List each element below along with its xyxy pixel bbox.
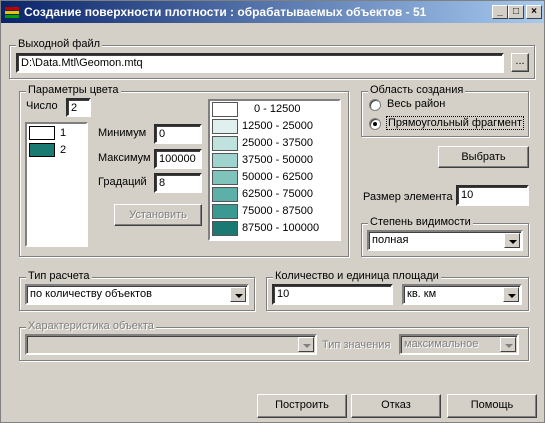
range-row: 62500 - 75000 bbox=[210, 186, 338, 203]
count-label: Число bbox=[26, 100, 58, 112]
range-row: 87500 - 100000 bbox=[210, 220, 338, 237]
apply-button-label: Установить bbox=[129, 209, 187, 221]
area-label: Область создания bbox=[368, 84, 466, 96]
app-icon bbox=[5, 7, 19, 18]
min-field[interactable]: 0 bbox=[154, 124, 202, 144]
radio-rect-fragment[interactable] bbox=[369, 118, 381, 130]
cancel-button[interactable]: Отказ bbox=[351, 394, 441, 418]
element-size-label: Размер элемента bbox=[363, 191, 453, 203]
area-unit-select[interactable]: кв. км bbox=[402, 284, 522, 305]
output-path-field[interactable]: D:\Data.Mtl\Geomon.mtq bbox=[16, 53, 504, 73]
range-swatch bbox=[212, 170, 238, 185]
area-unit-select-value: кв. км bbox=[407, 288, 437, 300]
value-type-select[interactable]: максимальное bbox=[399, 334, 519, 355]
apply-button[interactable]: Установить bbox=[114, 204, 202, 226]
range-swatch bbox=[212, 221, 238, 236]
radio-whole-region-label[interactable]: Весь район bbox=[387, 98, 445, 110]
range-text: 12500 - 25000 bbox=[242, 120, 313, 132]
browse-button-label: ... bbox=[515, 55, 525, 67]
value-type-label: Тип значения bbox=[322, 339, 391, 351]
visibility-select-value: полная bbox=[372, 234, 409, 246]
select-area-button-label: Выбрать bbox=[461, 151, 506, 163]
range-row: 12500 - 25000 bbox=[210, 118, 338, 135]
calc-type-select[interactable]: по количеству объектов bbox=[25, 284, 249, 305]
radio-whole-region[interactable] bbox=[369, 99, 381, 111]
color-index-2: 2 bbox=[60, 144, 67, 156]
color-index-1: 1 bbox=[60, 127, 67, 139]
gradations-field[interactable]: 8 bbox=[154, 173, 202, 193]
radio-rect-fragment-label[interactable]: Прямоугольный фрагмент bbox=[386, 116, 524, 130]
cancel-button-label: Отказ bbox=[381, 399, 411, 411]
range-row: 0 - 12500 bbox=[210, 101, 338, 118]
color-swatch-1[interactable] bbox=[29, 126, 55, 140]
help-button[interactable]: Помощь bbox=[447, 394, 537, 418]
chevron-down-icon[interactable] bbox=[500, 337, 516, 352]
area-unit-label: Количество и единица площади bbox=[273, 270, 441, 282]
help-button-label: Помощь bbox=[470, 399, 514, 411]
chevron-down-icon[interactable] bbox=[298, 337, 314, 352]
maximize-icon: □ bbox=[512, 6, 520, 17]
output-file-label: Выходной файл bbox=[16, 38, 103, 50]
minimize-button[interactable]: _ bbox=[492, 5, 508, 19]
element-size-field[interactable]: 10 bbox=[456, 185, 529, 206]
calc-type-select-value: по количеству объектов bbox=[30, 288, 152, 300]
range-row: 50000 - 62500 bbox=[210, 169, 338, 186]
range-row: 25000 - 37500 bbox=[210, 135, 338, 152]
range-text: 50000 - 62500 bbox=[242, 171, 313, 183]
max-field[interactable]: 100000 bbox=[154, 149, 202, 169]
build-button[interactable]: Построить bbox=[257, 394, 347, 418]
range-swatch bbox=[212, 102, 238, 117]
gradations-label: Градаций bbox=[98, 176, 147, 188]
chevron-down-icon[interactable] bbox=[504, 233, 520, 248]
visibility-label: Степень видимости bbox=[368, 216, 473, 228]
range-row: 37500 - 50000 bbox=[210, 152, 338, 169]
range-text: 87500 - 100000 bbox=[242, 222, 320, 234]
window-title: Создание поверхности плотности : обрабат… bbox=[24, 5, 427, 19]
range-text: 0 - 12500 bbox=[254, 103, 301, 115]
chevron-down-icon[interactable] bbox=[230, 287, 246, 302]
range-text: 25000 - 37500 bbox=[242, 137, 313, 149]
chevron-down-icon[interactable] bbox=[503, 287, 519, 302]
range-text: 37500 - 50000 bbox=[242, 154, 313, 166]
range-swatch bbox=[212, 187, 238, 202]
color-list[interactable]: 1 2 bbox=[25, 122, 88, 247]
minimize-icon: _ bbox=[497, 6, 503, 17]
value-type-select-value: максимальное bbox=[404, 338, 479, 350]
visibility-select[interactable]: полная bbox=[367, 230, 523, 251]
close-icon: × bbox=[531, 6, 537, 17]
area-amount-field[interactable]: 10 bbox=[272, 284, 393, 305]
browse-button[interactable]: ... bbox=[511, 53, 529, 72]
close-button[interactable]: × bbox=[526, 5, 542, 19]
min-label: Минимум bbox=[98, 127, 147, 139]
select-area-button[interactable]: Выбрать bbox=[438, 146, 529, 168]
color-swatch-2[interactable] bbox=[29, 143, 55, 157]
range-legend[interactable]: 0 - 12500 12500 - 25000 25000 - 37500 37… bbox=[208, 99, 341, 241]
object-char-select[interactable] bbox=[25, 334, 317, 355]
range-text: 62500 - 75000 bbox=[242, 188, 313, 200]
object-char-label: Характеристика объекта bbox=[26, 320, 156, 332]
max-label: Максимум bbox=[98, 152, 151, 164]
title-bar[interactable]: Создание поверхности плотности : обрабат… bbox=[1, 1, 544, 23]
count-field[interactable]: 2 bbox=[66, 98, 91, 117]
dialog-window: Создание поверхности плотности : обрабат… bbox=[0, 0, 545, 423]
range-swatch bbox=[212, 119, 238, 134]
maximize-button[interactable]: □ bbox=[508, 5, 524, 19]
range-swatch bbox=[212, 153, 238, 168]
build-button-label: Построить bbox=[275, 399, 329, 411]
range-swatch bbox=[212, 136, 238, 151]
color-params-label: Параметры цвета bbox=[26, 84, 121, 96]
calc-type-label: Тип расчета bbox=[26, 270, 92, 282]
range-row: 75000 - 87500 bbox=[210, 203, 338, 220]
range-swatch bbox=[212, 204, 238, 219]
range-text: 75000 - 87500 bbox=[242, 205, 313, 217]
